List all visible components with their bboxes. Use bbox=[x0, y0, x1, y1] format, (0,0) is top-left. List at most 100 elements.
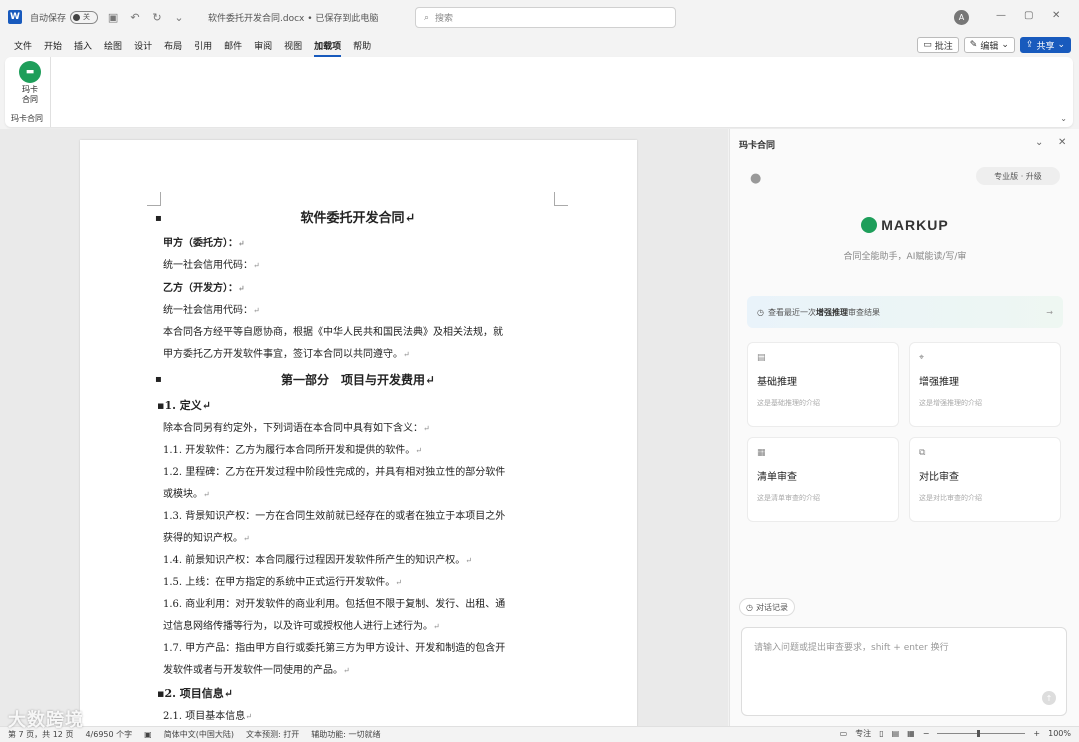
checklist-review-icon: ▦ bbox=[757, 448, 766, 458]
menu-bar: 文件 开始 插入 绘图 设计 布局 引用 邮件 审阅 视图 加载项 帮助 ▭ 批注… bbox=[0, 34, 1079, 57]
card-enhanced-reasoning[interactable]: ⌖ 增强推理 这是增强推理的介绍 bbox=[909, 342, 1061, 427]
print-layout-icon[interactable]: ▤ bbox=[892, 729, 900, 738]
menu-design[interactable]: 设计 bbox=[134, 39, 152, 52]
definition-1-5-text: 1.5. 上线：在甲方指定的系统中正式运行开发软件。 bbox=[163, 577, 396, 588]
autosave-toggle[interactable]: 关 bbox=[70, 10, 99, 24]
contract-title-text: 软件委托开发合同 bbox=[300, 211, 405, 226]
credit-code-b: 统一社会信用代码：↵ bbox=[163, 300, 553, 322]
definition-1-2b: 或模块。↵ bbox=[163, 484, 553, 506]
credit-code-b-text: 统一社会信用代码： bbox=[163, 305, 253, 316]
user-icon[interactable]: ● bbox=[750, 171, 766, 187]
card-description: 这是清单审查的介绍 bbox=[757, 494, 820, 502]
watermark: 大数跨境 bbox=[8, 710, 84, 731]
compare-review-icon: ⧉ bbox=[919, 448, 926, 458]
upgrade-badge[interactable]: 专业版 · 升级 bbox=[976, 167, 1060, 185]
menu-review[interactable]: 审阅 bbox=[254, 39, 272, 52]
paragraph-bullet: ▪ bbox=[155, 213, 162, 224]
word-count[interactable]: 4/6950 个字 bbox=[85, 729, 132, 740]
info-2-1: 2.1. 项目基本信息↵ bbox=[163, 706, 553, 726]
toggle-knob bbox=[73, 13, 81, 21]
basic-reasoning-icon: ▤ bbox=[757, 353, 766, 363]
menu-addins[interactable]: 加载项 bbox=[314, 39, 342, 57]
menu-file[interactable]: 文件 bbox=[14, 39, 32, 52]
web-layout-icon[interactable]: ▦ bbox=[907, 729, 915, 738]
menu-help[interactable]: 帮助 bbox=[353, 39, 371, 52]
definition-1-4-text: 1.4. 前景知识产权：本合同履行过程因开发软件所产生的知识产权。 bbox=[163, 555, 466, 566]
menu-layout[interactable]: 布局 bbox=[164, 39, 182, 52]
brand-logo: MARKUP bbox=[730, 217, 1079, 233]
markup-contract-button[interactable]: ▬ 玛卡 合同 bbox=[15, 61, 45, 105]
markup-brand-icon bbox=[861, 217, 878, 233]
chat-history-button[interactable]: ◷ 对话记录 bbox=[739, 598, 795, 616]
minimize-icon[interactable]: — bbox=[996, 10, 1006, 21]
zoom-in-icon[interactable]: + bbox=[1033, 729, 1040, 738]
chat-input[interactable]: 请输入问题或提出审查要求，shift + enter 换行 ↑ bbox=[741, 627, 1067, 716]
card-checklist-review[interactable]: ▦ 清单审查 这是清单审查的介绍 bbox=[747, 437, 899, 522]
search-placeholder: 搜索 bbox=[435, 14, 454, 24]
zoom-slider[interactable] bbox=[937, 730, 1026, 737]
comments-button[interactable]: ▭ 批注 bbox=[917, 37, 959, 53]
recent-result-link[interactable]: ◷ 查看最近一次 增强推理 审查结果 → bbox=[747, 296, 1063, 328]
proofing-icon[interactable]: ▣ bbox=[144, 730, 152, 739]
text-prediction[interactable]: 文本预测: 打开 bbox=[246, 729, 299, 740]
clock-icon: ◷ bbox=[757, 307, 764, 317]
margin-corner-top-left bbox=[147, 192, 161, 206]
focus-icon[interactable]: ▭ bbox=[840, 729, 848, 738]
maximize-icon[interactable]: ▢ bbox=[1024, 10, 1033, 21]
redo-icon[interactable]: ↻ bbox=[150, 10, 164, 24]
menu-draw[interactable]: 绘图 bbox=[104, 39, 122, 52]
collapse-ribbon-icon[interactable]: ⌄ bbox=[1060, 114, 1067, 123]
paragraph-mark: ↵ bbox=[238, 238, 245, 248]
card-basic-reasoning[interactable]: ▤ 基础推理 这是基础推理的介绍 bbox=[747, 342, 899, 427]
recent-prefix: 查看最近一次 bbox=[767, 307, 816, 317]
section-1-heading-text: 1. 定义 bbox=[164, 399, 202, 412]
document-content[interactable]: ▪ 软件委托开发合同↵ 甲方（委托方）：↵ 统一社会信用代码：↵ 乙方（开发方）：… bbox=[155, 206, 553, 726]
customize-qat-icon[interactable]: ⌄ bbox=[172, 10, 186, 24]
close-icon[interactable]: ✕ bbox=[1052, 10, 1060, 21]
document-page[interactable]: ▪ 软件委托开发合同↵ 甲方（委托方）：↵ 统一社会信用代码：↵ 乙方（开发方）：… bbox=[80, 140, 637, 726]
share-button[interactable]: ⇪ 共享 ⌄ bbox=[1019, 37, 1071, 53]
zoom-out-icon[interactable]: − bbox=[923, 729, 930, 738]
definitions-intro-text: 除本合同另有约定外，下列词语在本合同中具有如下含义： bbox=[163, 423, 423, 434]
zoom-slider-knob[interactable] bbox=[977, 730, 981, 737]
menu-home[interactable]: 开始 bbox=[44, 39, 62, 52]
paragraph-mark: ↵ bbox=[238, 283, 245, 293]
zoom-level[interactable]: 100% bbox=[1048, 729, 1071, 738]
definition-1-5: 1.5. 上线：在甲方指定的系统中正式运行开发软件。↵ bbox=[163, 572, 553, 594]
undo-icon[interactable]: ↶ bbox=[128, 10, 142, 24]
editing-button[interactable]: ✎ 编辑 ⌄ bbox=[963, 37, 1015, 53]
menu-insert[interactable]: 插入 bbox=[74, 39, 92, 52]
menu-references[interactable]: 引用 bbox=[194, 39, 212, 52]
menu-mailings[interactable]: 邮件 bbox=[224, 39, 242, 52]
card-compare-review[interactable]: ⧉ 对比审查 这是对比审查的介绍 bbox=[909, 437, 1061, 522]
menu-view[interactable]: 视图 bbox=[284, 39, 302, 52]
title-bar: W 自动保存 关 ▣ ↶ ↻ ⌄ 软件委托开发合同.docx • 已保存到此电脑… bbox=[0, 0, 1079, 34]
accessibility-status[interactable]: 辅助功能: 一切就绪 bbox=[311, 729, 380, 740]
search-box[interactable]: ⌕ 搜索 bbox=[415, 7, 676, 28]
document-area[interactable]: ▪ 软件委托开发合同↵ 甲方（委托方）：↵ 统一社会信用代码：↵ 乙方（开发方）：… bbox=[0, 129, 728, 726]
paragraph-mark: ↵ bbox=[433, 622, 440, 631]
focus-label[interactable]: 专注 bbox=[855, 728, 871, 739]
read-mode-icon[interactable]: ▯ bbox=[879, 729, 883, 738]
side-pane-title: 玛卡合同 bbox=[739, 141, 776, 151]
pane-options-chevron-icon[interactable]: ⌄ bbox=[1035, 137, 1043, 148]
definitions-intro: 除本合同另有约定外，下列词语在本合同中具有如下含义：↵ bbox=[163, 418, 553, 440]
paragraph-mark: ↵ bbox=[465, 556, 472, 565]
definition-1-6b-text: 过信息网络传播等行为，以及许可或授权他人进行上述行为。 bbox=[163, 621, 433, 632]
markup-button-label-1: 玛卡 bbox=[22, 85, 38, 94]
ribbon-group-name: 玛卡合同 bbox=[11, 114, 43, 123]
pane-close-icon[interactable]: ✕ bbox=[1058, 137, 1066, 148]
info-2-1-text: 2.1. 项目基本信息 bbox=[163, 711, 246, 722]
paragraph-bullet: ▪ bbox=[155, 374, 162, 385]
document-title[interactable]: 软件委托开发合同.docx • 已保存到此电脑 bbox=[208, 11, 378, 24]
autosave[interactable]: 自动保存 关 bbox=[30, 10, 99, 24]
avatar[interactable]: A bbox=[954, 10, 969, 25]
paragraph-mark: ↵ bbox=[404, 211, 416, 226]
credit-code-a: 统一社会信用代码：↵ bbox=[163, 255, 553, 277]
card-description: 这是增强推理的介绍 bbox=[919, 399, 982, 407]
editing-label: 编辑 bbox=[980, 41, 999, 52]
save-icon[interactable]: ▣ bbox=[106, 10, 120, 24]
send-button[interactable]: ↑ bbox=[1042, 691, 1056, 705]
language[interactable]: 简体中文(中国大陆) bbox=[164, 729, 234, 740]
definition-1-2a: 1.2. 里程碑：乙方在开发过程中阶段性完成的，并具有相对独立性的部分软件 bbox=[163, 467, 506, 478]
